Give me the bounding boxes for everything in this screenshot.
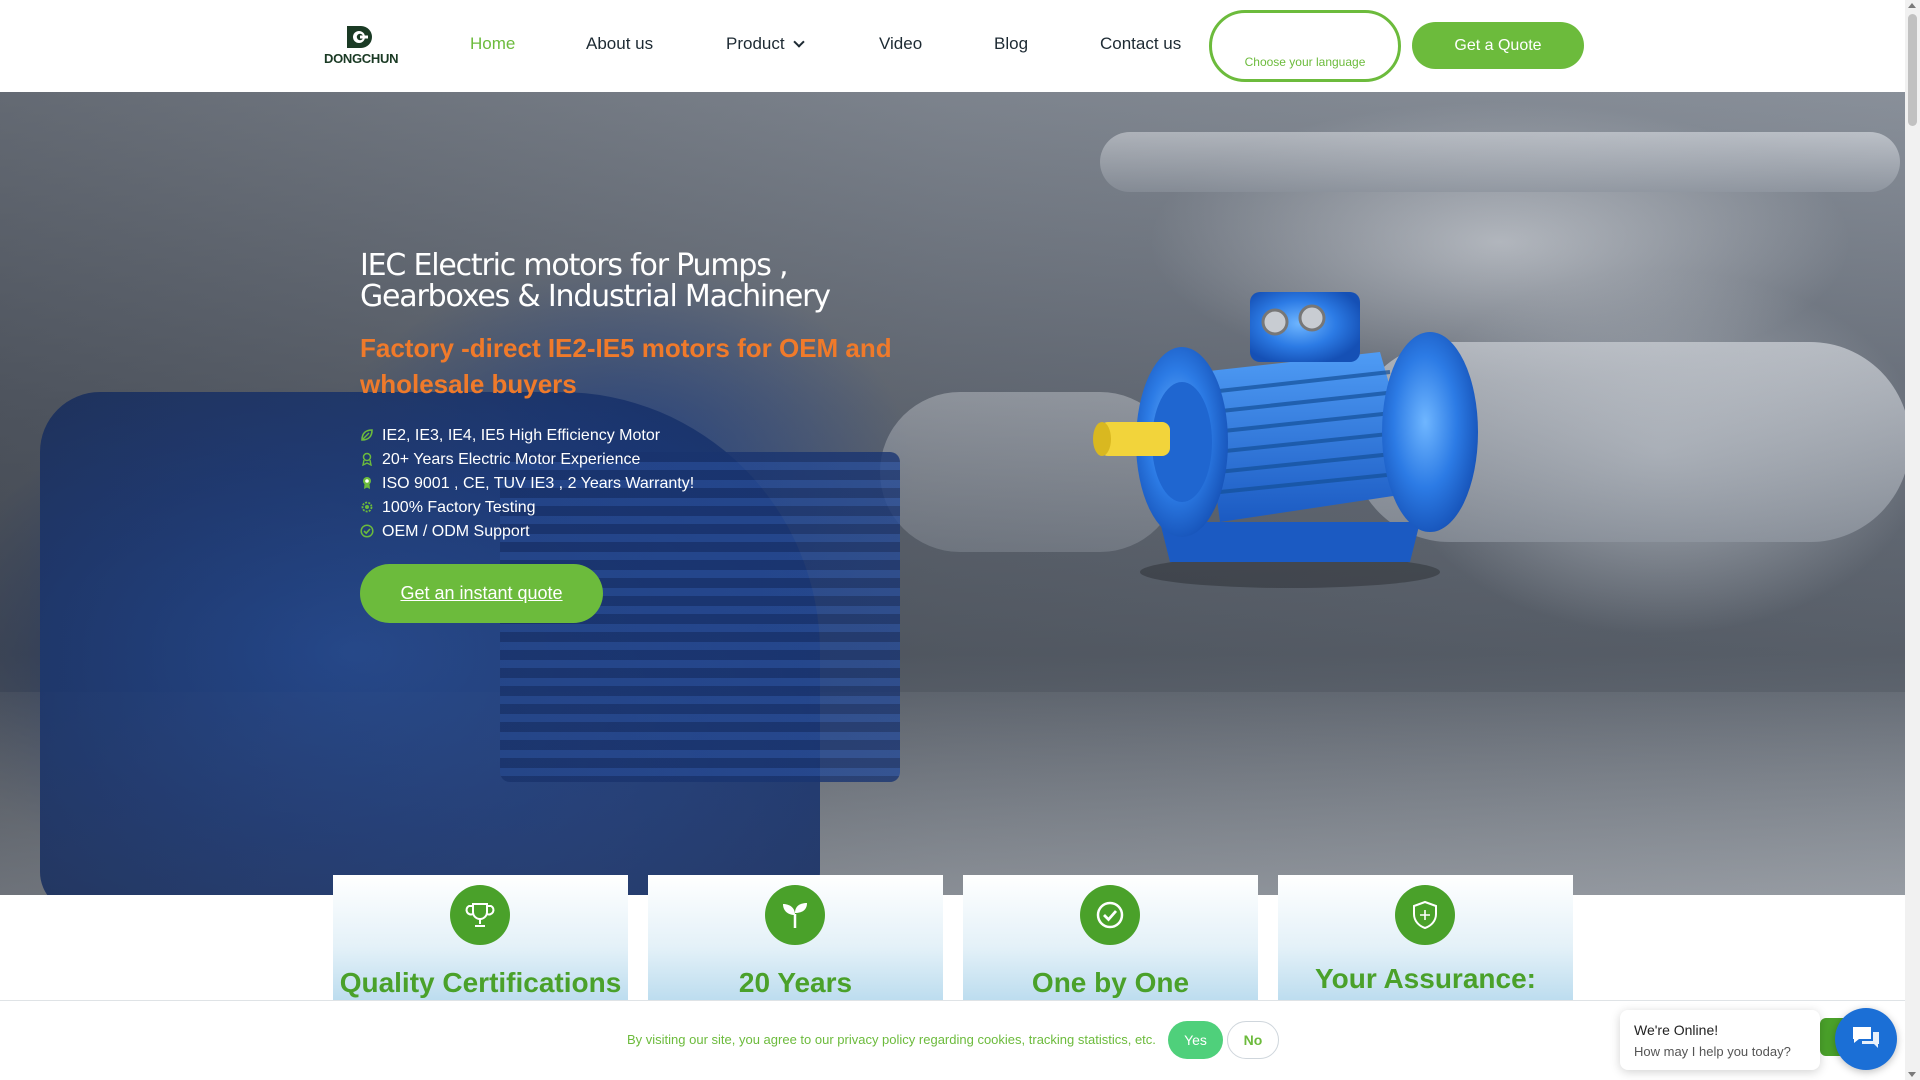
- scrollbar-thumb[interactable]: [1908, 14, 1917, 126]
- badge-icon: [362, 452, 372, 466]
- logo-mark-icon: [347, 26, 372, 48]
- scroll-down-arrow-icon[interactable]: [1908, 1072, 1916, 1077]
- get-a-quote-button[interactable]: Get a Quote: [1412, 22, 1584, 69]
- electric-motor-image: [1093, 292, 1478, 588]
- chevron-down-icon: [792, 36, 805, 48]
- site-header: DONGCHUN Home About us Product Video Blo…: [0, 0, 1905, 92]
- nav-home[interactable]: Home: [470, 34, 515, 54]
- nav-blog[interactable]: Blog: [994, 34, 1028, 54]
- feature-text: ISO 9001 , CE, TUV IE3 , 2 Years Warrant…: [382, 475, 695, 492]
- brand-name: DONGCHUN: [324, 51, 399, 66]
- nav-video[interactable]: Video: [879, 34, 922, 54]
- feature-text: 20+ Years Electric Motor Experience: [382, 451, 641, 468]
- feature-card-testing[interactable]: One by One: [963, 875, 1258, 1005]
- nav-product-label: Product: [726, 34, 785, 53]
- sprout-icon: [765, 885, 825, 945]
- trophy-icon: [450, 885, 510, 945]
- nav-product[interactable]: Product: [726, 34, 805, 54]
- shield-icon: [1395, 885, 1455, 945]
- feature-list: IE2, IE3, IE4, IE5 High Efficiency Motor…: [360, 424, 694, 544]
- hero-title: IEC Electric motors for Pumps , Gearboxe…: [360, 248, 831, 314]
- chat-title: We're Online!: [1634, 1022, 1719, 1038]
- feature-card-title: Quality Certifications: [339, 967, 622, 998]
- gear-icon: [361, 501, 373, 513]
- hero-banner: IEC Electric motors for Pumps , Gearboxe…: [0, 92, 1905, 895]
- feature-item: IE2, IE3, IE4, IE5 High Efficiency Motor: [360, 424, 694, 448]
- brand-logo[interactable]: DONGCHUN: [324, 24, 399, 70]
- feature-item: OEM / ODM Support: [360, 520, 694, 544]
- nav-contact-us[interactable]: Contact us: [1100, 34, 1181, 54]
- leaf-icon: [361, 429, 373, 441]
- chat-greeting-bubble[interactable]: We're Online! How may I help you today?: [1620, 1010, 1820, 1070]
- feature-item: 20+ Years Electric Motor Experience: [360, 448, 694, 472]
- page-scrollbar[interactable]: [1905, 0, 1920, 1080]
- check-circle-icon: [360, 524, 374, 538]
- feature-card-quality[interactable]: Quality Certifications: [333, 875, 628, 1005]
- cookie-consent-text: By visiting our site, you agree to our p…: [627, 1032, 1156, 1047]
- feature-card-title: 20 Years: [738, 967, 853, 998]
- chat-subtitle: How may I help you today?: [1634, 1044, 1791, 1059]
- hero-subtitle: Factory -direct IE2-IE5 motors for OEM a…: [360, 333, 892, 399]
- cookie-decline-button[interactable]: No: [1227, 1021, 1279, 1059]
- cookie-accept-button[interactable]: Yes: [1168, 1021, 1223, 1059]
- feature-card-title: Your Assurance:: [1315, 963, 1536, 994]
- feature-card-assurance[interactable]: Your Assurance:: [1278, 875, 1573, 1005]
- chat-launcher-button[interactable]: [1835, 1008, 1897, 1070]
- scroll-up-arrow-icon[interactable]: [1908, 3, 1916, 8]
- check-icon: [1080, 885, 1140, 945]
- chat-icon: [1853, 1027, 1879, 1048]
- feature-item: 100% Factory Testing: [360, 496, 694, 520]
- award-icon: [363, 477, 371, 489]
- hero-overlay: [0, 92, 1905, 895]
- feature-card-title: One by One: [1031, 967, 1190, 998]
- feature-text: IE2, IE3, IE4, IE5 High Efficiency Motor: [382, 427, 661, 444]
- feature-card-years[interactable]: 20 Years: [648, 875, 943, 1005]
- feature-text: 100% Factory Testing: [382, 499, 536, 516]
- feature-text: OEM / ODM Support: [382, 523, 530, 540]
- instant-quote-button[interactable]: Get an instant quote: [360, 564, 603, 623]
- language-selector[interactable]: Choose your language: [1209, 10, 1401, 82]
- nav-about-us[interactable]: About us: [586, 34, 653, 54]
- feature-item: ISO 9001 , CE, TUV IE3 , 2 Years Warrant…: [360, 472, 694, 496]
